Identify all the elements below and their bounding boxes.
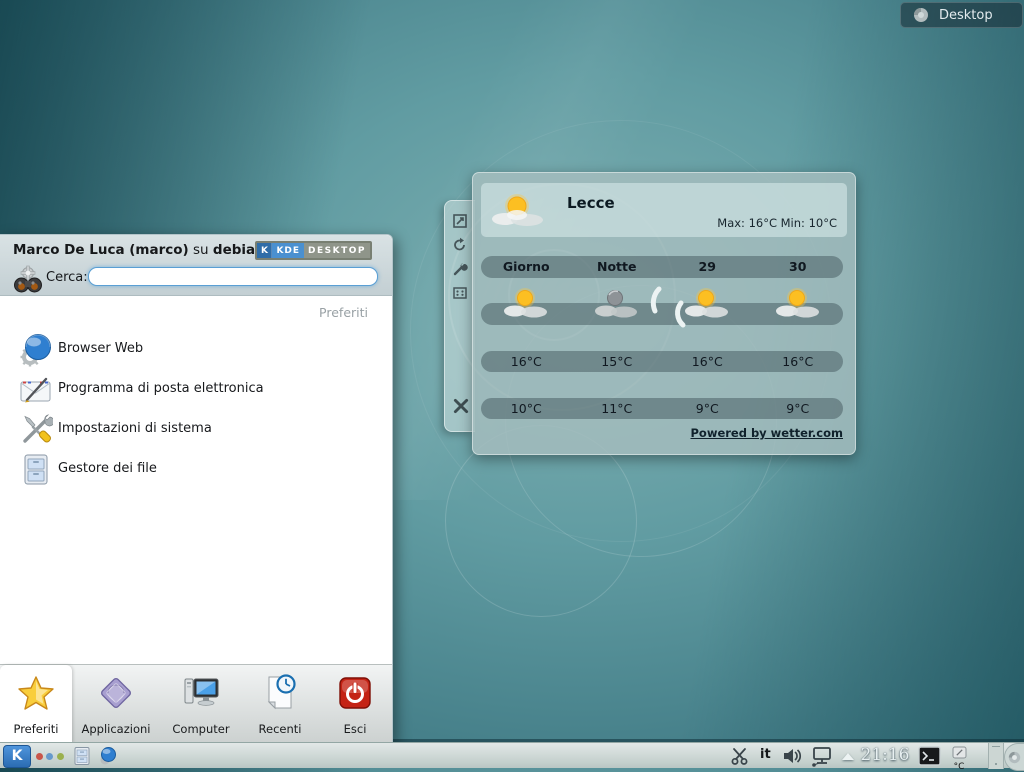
bottom-panel: K it 21:16 (0, 742, 1024, 768)
web-browser-icon[interactable] (98, 746, 118, 766)
sun-cloud-icon (684, 287, 730, 321)
weather-day-temps-row: 16°C 15°C 16°C 16°C (481, 351, 843, 372)
night-temp: 9°C (662, 398, 753, 419)
desktop-toolbox-label: Desktop (939, 8, 993, 23)
night-temp: 10°C (481, 398, 572, 419)
weather-credit-link[interactable]: Powered by wetter.com (690, 426, 843, 440)
favorite-item-email[interactable]: Programma di posta elettronica (0, 370, 392, 410)
quicklaunch-dot-blue[interactable] (46, 753, 53, 760)
quicklaunch-dot-green[interactable] (57, 753, 64, 760)
weather-columns-row: Giorno Notte 29 30 (481, 256, 843, 278)
tab-computer[interactable]: Computer (160, 665, 242, 743)
rotate-icon[interactable] (452, 237, 468, 253)
kickoff-user-title: Marco De Luca (marco) su debian (13, 242, 265, 258)
favorite-label: Programma di posta elettronica (58, 381, 264, 396)
desktop-badge-text: DESKTOP (304, 243, 370, 258)
weather-header-band: Lecce Max: 16°C Min: 10°C (481, 183, 847, 237)
weather-column-header: 30 (753, 256, 844, 278)
title-connector: su (189, 242, 213, 258)
systray-expander-arrow[interactable] (842, 753, 854, 760)
system-settings-tools-icon (19, 413, 53, 447)
sun-cloud-icon (503, 287, 549, 321)
temperature-icon (952, 746, 967, 759)
tab-label: Applicazioni (72, 722, 160, 736)
recent-documents-icon (261, 674, 299, 712)
tab-label: Recenti (242, 722, 318, 736)
kde-logo-icon: K (257, 243, 272, 258)
day-temp: 15°C (572, 351, 663, 372)
plasma-cashew-icon (1008, 751, 1021, 764)
panel-cashew[interactable] (1004, 743, 1024, 771)
favorite-item-browser[interactable]: Browser Web (0, 330, 392, 370)
widget-handle (444, 200, 475, 432)
favorite-item-file-manager[interactable]: Gestore dei file (0, 450, 392, 490)
tab-preferiti[interactable]: Preferiti (0, 665, 72, 743)
favorites-section-label: Preferiti (319, 305, 368, 320)
file-manager-icon[interactable] (72, 746, 92, 766)
day-temp: 16°C (481, 351, 572, 372)
kickoff-favorites-panel: Preferiti Browser Web Programma di po (0, 296, 392, 664)
kickoff-tab-bar: Preferiti Applicazioni Computer (0, 664, 392, 743)
kickoff-menu: Marco De Luca (marco) su debian K KDE DE… (0, 234, 393, 744)
weather-max-min: Max: 16°C Min: 10°C (717, 216, 837, 230)
keyboard-layout-indicator[interactable]: it (760, 747, 771, 762)
favorite-item-system-settings[interactable]: Impostazioni di sistema (0, 410, 392, 450)
night-temp: 11°C (572, 398, 663, 419)
terminal-icon[interactable] (918, 746, 941, 766)
plasma-cashew-icon (913, 7, 929, 23)
day-temp: 16°C (753, 351, 844, 372)
desktop-root: { "desktop": { "toolbox_label": "Desktop… (0, 0, 1024, 768)
panel-spacer-widget[interactable] (988, 743, 1004, 769)
tab-label: Computer (160, 722, 242, 736)
tab-applicazioni[interactable]: Applicazioni (72, 665, 160, 743)
sun-cloud-icon (775, 287, 821, 321)
kde-desktop-badge: K KDE DESKTOP (255, 241, 372, 260)
kde-menu-button[interactable]: K (3, 745, 31, 768)
tab-esci[interactable]: Esci (318, 665, 392, 743)
user-name: Marco De Luca (marco) (13, 242, 189, 258)
night-temp: 9°C (753, 398, 844, 419)
applications-diamond-icon (97, 674, 135, 712)
favorite-label: Gestore dei file (58, 461, 157, 476)
desktop-toolbox[interactable]: Desktop (900, 2, 1023, 28)
tab-label: Esci (318, 722, 392, 736)
configure-wrench-icon[interactable] (452, 261, 468, 277)
binoculars-search-icon (12, 264, 44, 294)
weather-night-temps-row: 10°C 11°C 9°C 9°C (481, 398, 843, 419)
star-icon (17, 674, 55, 712)
kickoff-header: Marco De Luca (marco) su debian K KDE DE… (0, 235, 392, 296)
sun-cloud-icon (491, 191, 549, 231)
weather-icons-row (481, 283, 843, 325)
weather-widget: Lecce Max: 16°C Min: 10°C Giorno Notte 2… (472, 172, 856, 455)
volume-icon[interactable] (782, 747, 804, 765)
favorite-label: Browser Web (58, 341, 143, 356)
settings-grid-icon[interactable] (452, 285, 468, 301)
search-input[interactable] (88, 267, 378, 286)
close-icon[interactable] (452, 397, 470, 415)
weather-column-header: Notte (572, 256, 663, 278)
weather-column-header: Giorno (481, 256, 572, 278)
network-monitor-icon[interactable] (810, 746, 834, 767)
power-logout-icon (336, 674, 374, 712)
resize-icon[interactable] (452, 213, 468, 229)
tab-label: Preferiti (0, 722, 72, 736)
klipper-scissors-icon[interactable] (730, 747, 749, 765)
email-icon (19, 373, 53, 407)
file-cabinet-icon (19, 453, 53, 487)
moon-cloud-icon (594, 287, 640, 321)
weather-city: Lecce (567, 194, 615, 212)
favorite-label: Impostazioni di sistema (58, 421, 212, 436)
kde-badge-text: KDE (272, 243, 304, 258)
computer-icon (182, 674, 220, 712)
search-label: Cerca: (46, 270, 88, 285)
day-temp: 16°C (662, 351, 753, 372)
quicklaunch-dot-red[interactable] (36, 753, 43, 760)
web-browser-globe-icon (19, 333, 53, 367)
digital-clock[interactable]: 21:16 (856, 745, 914, 765)
search-row: Cerca: (0, 263, 392, 295)
tab-recenti[interactable]: Recenti (242, 665, 318, 743)
weather-column-header: 29 (662, 256, 753, 278)
